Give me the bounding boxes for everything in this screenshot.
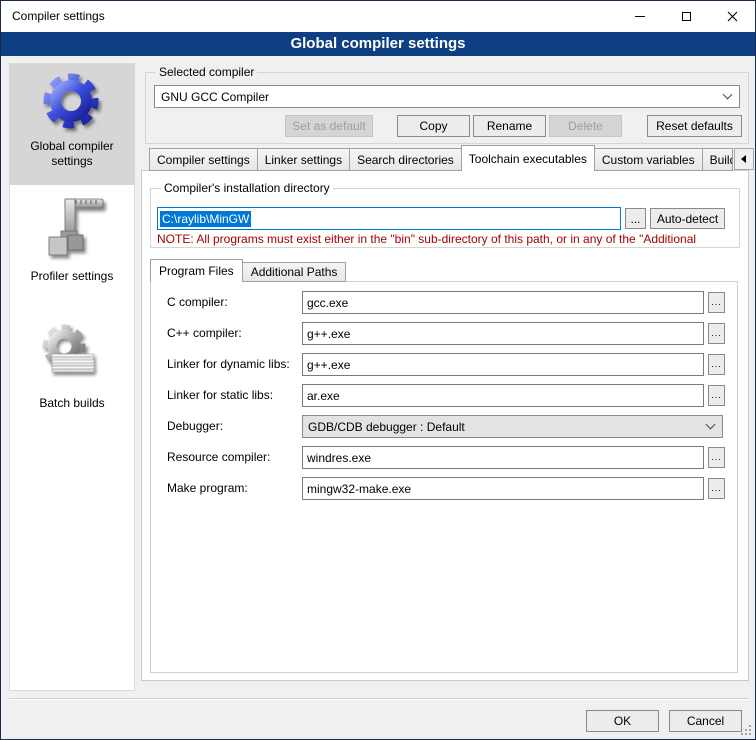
- field-row-c-compiler: C compiler: ...: [151, 291, 737, 314]
- browse-button[interactable]: ...: [708, 354, 725, 375]
- minimize-icon: [635, 16, 645, 17]
- field-label: Debugger:: [167, 415, 223, 438]
- browse-button[interactable]: ...: [708, 478, 725, 499]
- compiler-combobox-value: GNU GCC Compiler: [161, 90, 724, 104]
- field-label: Linker for dynamic libs:: [167, 353, 290, 376]
- browse-button[interactable]: ...: [708, 385, 725, 406]
- footer-divider: [9, 698, 749, 700]
- field-label: C++ compiler:: [167, 322, 242, 345]
- cancel-button[interactable]: Cancel: [669, 710, 742, 732]
- debugger-select-value: GDB/CDB debugger : Default: [308, 420, 707, 434]
- close-button[interactable]: [709, 1, 755, 32]
- rename-button[interactable]: Rename: [473, 115, 546, 137]
- ok-button[interactable]: OK: [586, 710, 659, 732]
- subtab-additional-paths[interactable]: Additional Paths: [242, 262, 347, 282]
- browse-button[interactable]: ...: [708, 447, 725, 468]
- linker-static-input[interactable]: [302, 384, 704, 407]
- tab-custom-variables[interactable]: Custom variables: [594, 148, 703, 171]
- make-program-input[interactable]: [302, 477, 704, 500]
- field-row-make-program: Make program: ...: [151, 477, 737, 500]
- page-title: Global compiler settings: [1, 32, 755, 56]
- debugger-select[interactable]: GDB/CDB debugger : Default: [302, 415, 723, 438]
- sidebar-item-label: Batch builds: [33, 396, 110, 411]
- triangle-left-icon: [741, 155, 746, 163]
- compiler-combobox[interactable]: GNU GCC Compiler: [154, 85, 740, 108]
- tab-compiler-settings[interactable]: Compiler settings: [149, 148, 258, 171]
- tab-toolchain-executables[interactable]: Toolchain executables: [461, 145, 595, 171]
- install-dir-browse-button[interactable]: ...: [625, 208, 646, 229]
- gray-gear-stack-icon: [36, 320, 108, 392]
- linker-dynamic-input[interactable]: [302, 353, 704, 376]
- chevron-down-icon: [723, 90, 733, 100]
- field-label: C compiler:: [167, 291, 228, 314]
- tab-scroll-left-button[interactable]: [734, 148, 754, 170]
- maximize-button[interactable]: [663, 1, 709, 32]
- field-row-cpp-compiler: C++ compiler: ...: [151, 322, 737, 345]
- installation-directory-group: Compiler's installation directory C:\ray…: [150, 188, 740, 248]
- chevron-down-icon: [706, 420, 716, 430]
- sidebar-item-profiler-settings[interactable]: Profiler settings: [10, 191, 134, 297]
- field-row-debugger: Debugger: GDB/CDB debugger : Default: [151, 415, 737, 438]
- cpp-compiler-input[interactable]: [302, 322, 704, 345]
- field-label: Make program:: [167, 477, 248, 500]
- compiler-settings-dialog: Compiler settings Global compiler settin…: [0, 0, 756, 740]
- auto-detect-button[interactable]: Auto-detect: [650, 208, 725, 229]
- sidebar-item-batch-builds[interactable]: Batch builds: [10, 310, 134, 418]
- resource-compiler-input[interactable]: [302, 446, 704, 469]
- sidebar-item-global-compiler-settings[interactable]: Global compiler settings: [10, 64, 134, 185]
- selected-compiler-group: Selected compiler GNU GCC Compiler Set a…: [145, 72, 749, 144]
- tab-build-options[interactable]: Build options: [702, 148, 733, 171]
- subtab-program-files[interactable]: Program Files: [150, 259, 243, 282]
- selected-compiler-group-label: Selected compiler: [156, 65, 257, 79]
- window-title: Compiler settings: [12, 1, 105, 32]
- maximize-icon: [682, 12, 691, 21]
- tab-bar: Compiler settings Linker settings Search…: [149, 145, 756, 171]
- installation-directory-group-label: Compiler's installation directory: [161, 181, 333, 195]
- sidebar-item-label: Profiler settings: [25, 269, 120, 284]
- browse-button[interactable]: ...: [708, 292, 725, 313]
- settings-sidebar: Global compiler settings Profiler: [9, 63, 135, 691]
- set-as-default-button[interactable]: Set as default: [285, 115, 373, 137]
- blue-gear-icon: [40, 71, 104, 135]
- copy-button[interactable]: Copy: [397, 115, 470, 137]
- minimize-button[interactable]: [617, 1, 663, 32]
- field-row-linker-dynamic: Linker for dynamic libs: ...: [151, 353, 737, 376]
- tab-search-directories[interactable]: Search directories: [349, 148, 462, 171]
- note-text: NOTE: All programs must exist either in …: [157, 232, 737, 246]
- title-bar[interactable]: Compiler settings: [1, 1, 755, 32]
- install-dir-input[interactable]: C:\raylib\MinGW: [157, 207, 621, 230]
- sidebar-item-label: Global compiler settings: [10, 139, 134, 169]
- close-icon: [727, 11, 738, 22]
- reset-defaults-button[interactable]: Reset defaults: [647, 115, 742, 137]
- field-label: Linker for static libs:: [167, 384, 273, 407]
- resize-grip[interactable]: [739, 723, 752, 736]
- field-label: Resource compiler:: [167, 446, 270, 469]
- delete-button[interactable]: Delete: [549, 115, 622, 137]
- field-row-linker-static: Linker for static libs: ...: [151, 384, 737, 407]
- program-files-panel: C compiler: ... C++ compiler: ... Linker…: [150, 281, 738, 673]
- caliper-icon: [35, 191, 109, 265]
- toolchain-executables-panel: Compiler's installation directory C:\ray…: [141, 170, 749, 681]
- install-dir-selected-text: C:\raylib\MinGW: [160, 211, 251, 227]
- c-compiler-input[interactable]: [302, 291, 704, 314]
- field-row-resource-compiler: Resource compiler: ...: [151, 446, 737, 469]
- tab-linker-settings[interactable]: Linker settings: [257, 148, 350, 171]
- browse-button[interactable]: ...: [708, 323, 725, 344]
- subtab-bar: Program Files Additional Paths: [150, 259, 345, 282]
